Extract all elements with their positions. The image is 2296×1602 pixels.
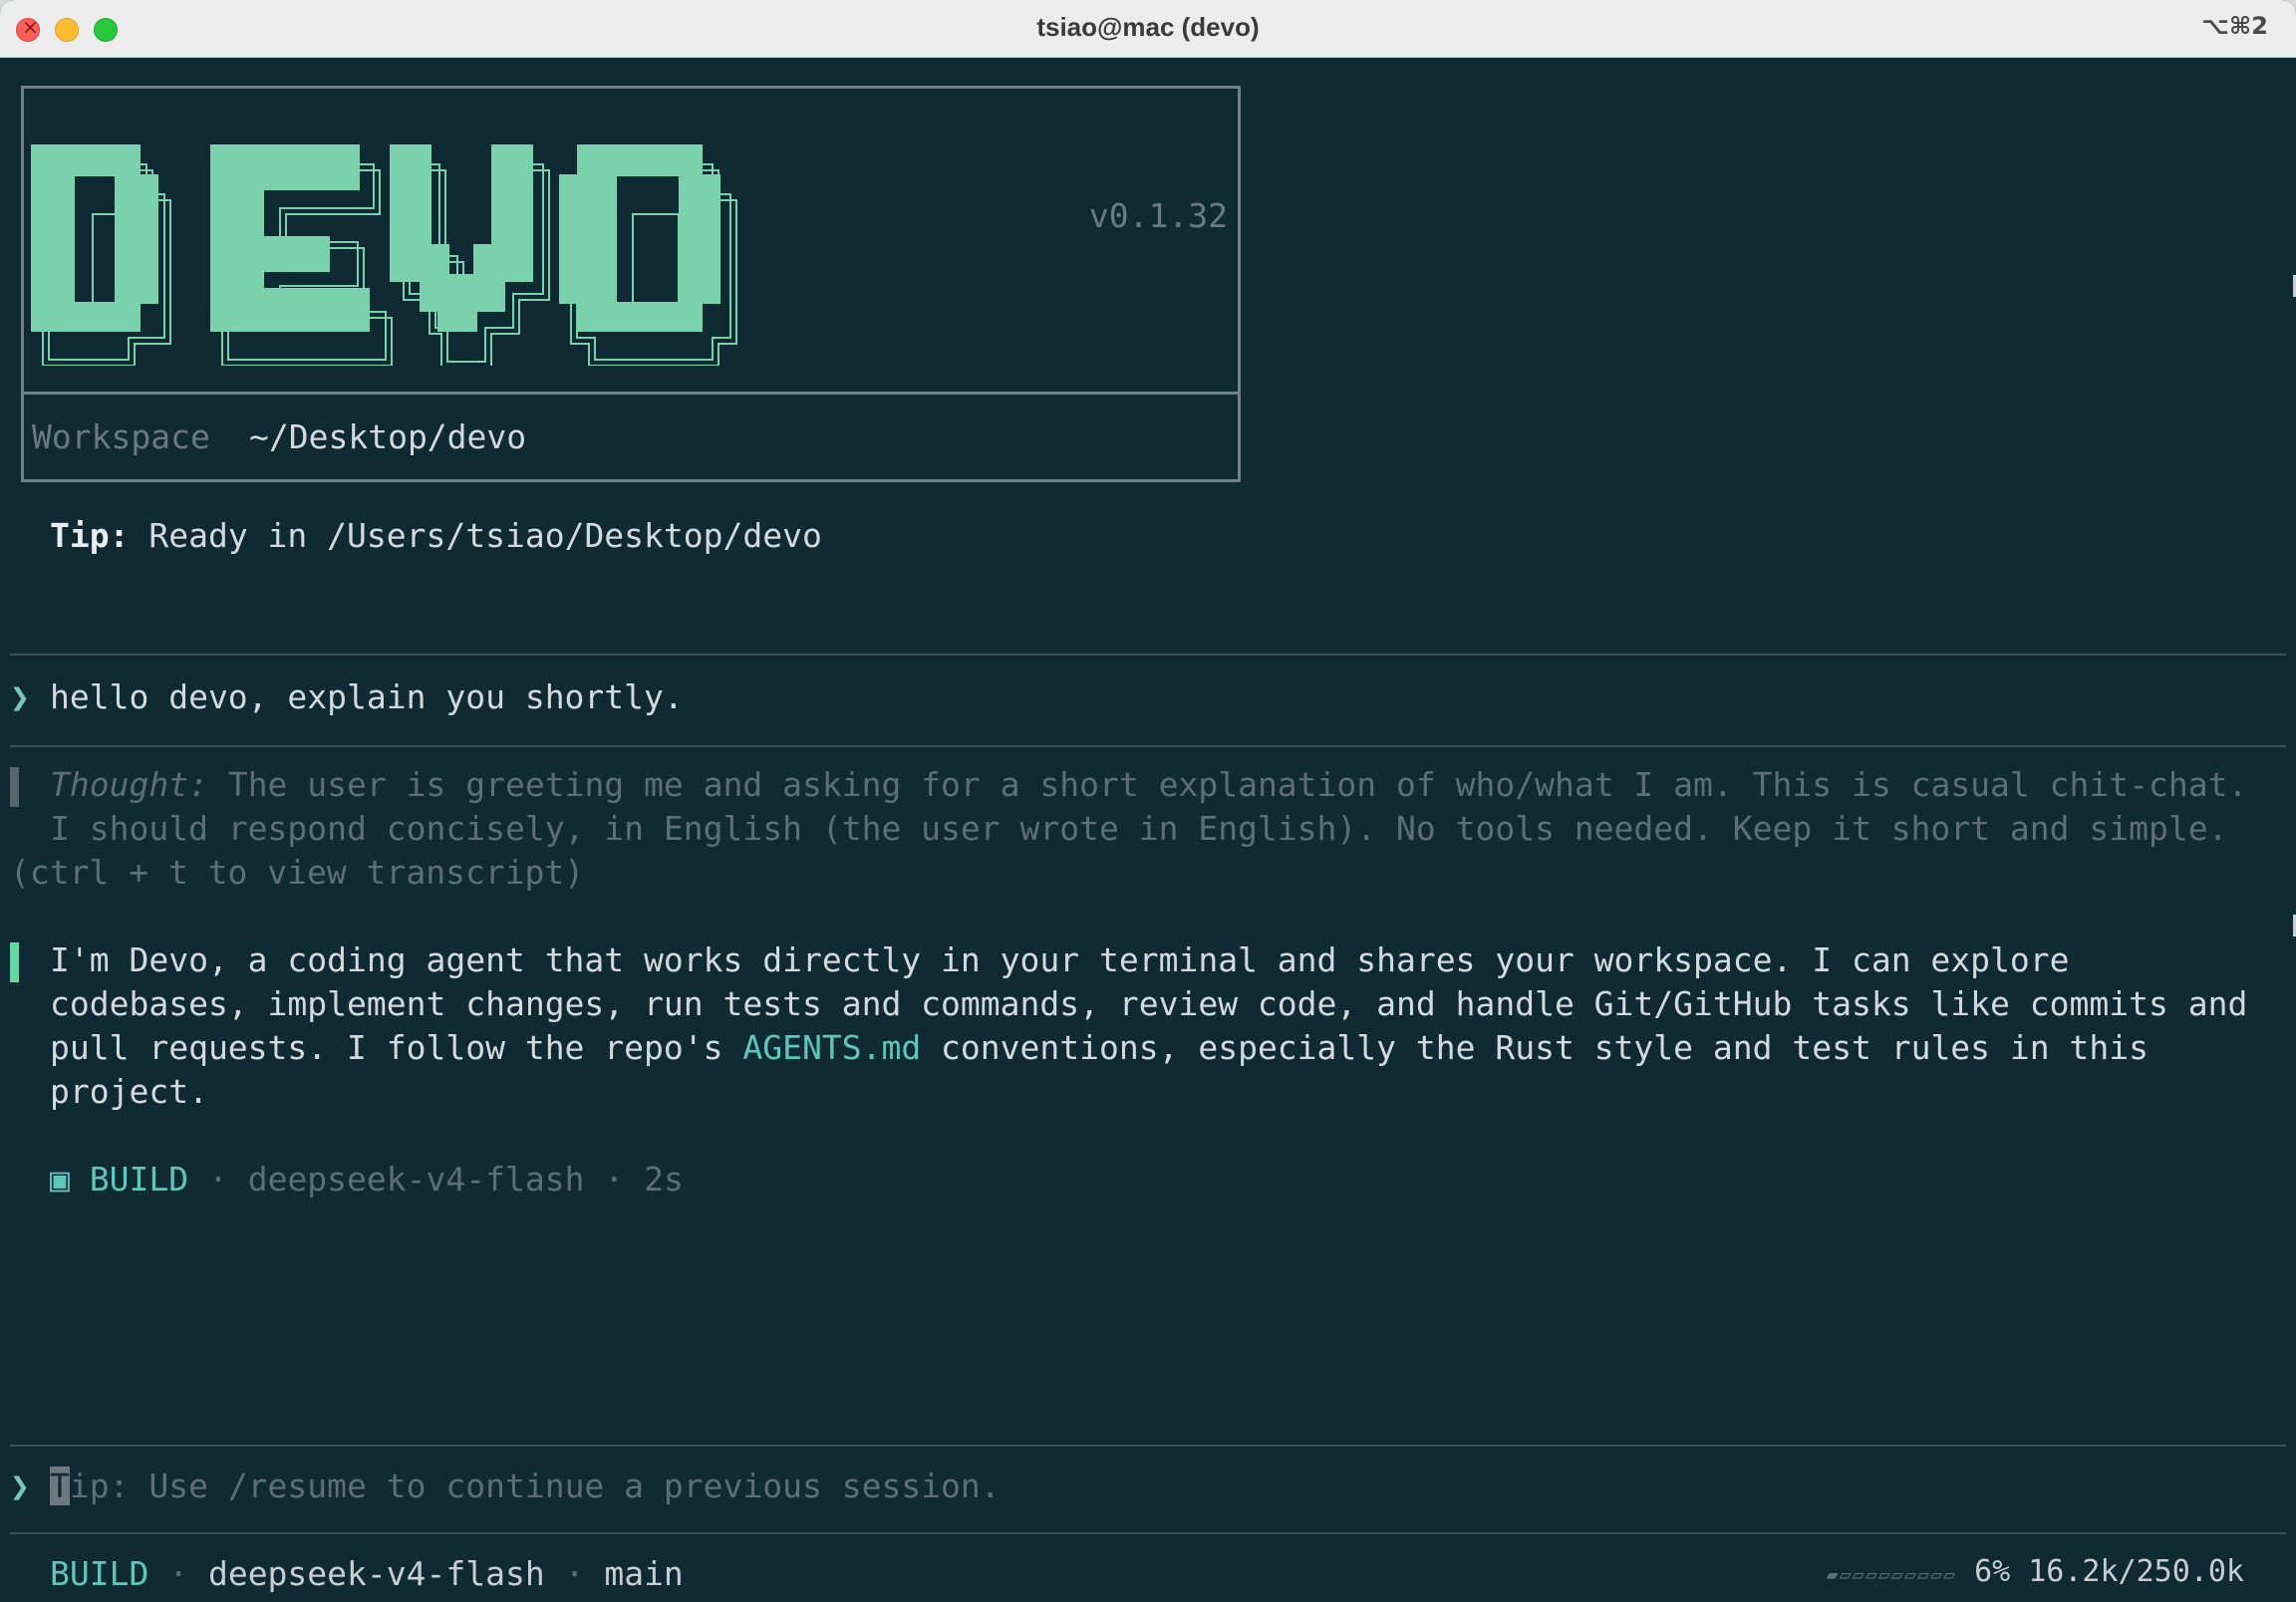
build-mode: BUILD bbox=[89, 1160, 189, 1199]
agents-md-link[interactable]: AGENTS.md bbox=[742, 1028, 921, 1067]
response-line-3: pull requests. I follow the repo's AGENT… bbox=[50, 1028, 2149, 1067]
input-prompt-chevron: ❯ bbox=[10, 1467, 30, 1505]
tip-line: Tip: Ready in /Users/tsiao/Desktop/devo bbox=[50, 516, 822, 555]
input-placeholder: ip: Use /resume to continue a previous s… bbox=[69, 1467, 1001, 1505]
user-prompt-chevron: ❯ bbox=[10, 677, 30, 716]
window-shortcut: ⌥⌘2 bbox=[2201, 12, 2268, 40]
user-message: hello devo, explain you shortly. bbox=[50, 677, 684, 716]
status-mode: BUILD bbox=[50, 1554, 149, 1593]
separator: · bbox=[584, 1160, 645, 1199]
build-model: deepseek-v4-flash bbox=[247, 1160, 585, 1199]
thought-label: Thought: bbox=[50, 765, 208, 804]
tip-label: Tip: bbox=[50, 516, 130, 555]
divider bbox=[10, 745, 2286, 747]
context-percent: 6% bbox=[1974, 1554, 2011, 1589]
transcript-hint: (ctrl + t to view transcript) bbox=[10, 853, 585, 892]
status-left: BUILD · deepseek-v4-flash · main bbox=[50, 1554, 684, 1593]
workspace-path: ~/Desktop/devo bbox=[249, 417, 527, 456]
response-bar bbox=[10, 942, 19, 982]
divider bbox=[10, 1532, 2286, 1534]
workspace-label: Workspace bbox=[32, 417, 210, 456]
build-meta: ▣ BUILD · deepseek-v4-flash · 2s bbox=[50, 1160, 684, 1199]
response-line-4: project. bbox=[50, 1072, 208, 1111]
divider bbox=[10, 1445, 2286, 1447]
response-line-2: codebases, implement changes, run tests … bbox=[50, 984, 2248, 1023]
thought-bar bbox=[10, 767, 19, 807]
banner-divider bbox=[24, 392, 1238, 395]
terminal-window: tsiao@mac (devo) ⌥⌘2 bbox=[0, 0, 2296, 1602]
divider bbox=[10, 654, 2286, 656]
build-duration: 2s bbox=[644, 1160, 684, 1199]
thought-text-1: The user is greeting me and asking for a… bbox=[207, 765, 2248, 804]
response-text: pull requests. I follow the repo's bbox=[50, 1028, 743, 1067]
prompt-input[interactable]: Tip: Use /resume to continue a previous … bbox=[50, 1467, 1001, 1505]
separator: · bbox=[188, 1160, 248, 1199]
build-icon: ▣ bbox=[50, 1160, 70, 1199]
status-right: ▰▱▱▱▱▱▱▱▱▱ 6% 16.2k/250.0k bbox=[1827, 1554, 2244, 1589]
status-model: deepseek-v4-flash bbox=[207, 1554, 545, 1593]
tip-text: Ready in /Users/tsiao/Desktop/devo bbox=[129, 516, 822, 555]
thought-line-1: Thought: The user is greeting me and ask… bbox=[50, 765, 2247, 804]
window-title: tsiao@mac (devo) bbox=[1036, 12, 1260, 42]
status-branch: main bbox=[604, 1554, 684, 1593]
terminal-content[interactable]: v0.1.32 Workspace ~/Desktop/devo Tip: Re… bbox=[0, 58, 2296, 1602]
thought-line-2: I should respond concisely, in English (… bbox=[50, 809, 2228, 848]
welcome-banner: v0.1.32 Workspace ~/Desktop/devo bbox=[21, 86, 1241, 482]
response-line-1: I'm Devo, a coding agent that works dire… bbox=[50, 940, 2070, 979]
text-cursor: T bbox=[50, 1467, 70, 1505]
context-tokens: 16.2k/250.0k bbox=[2028, 1554, 2244, 1589]
title-bar: tsiao@mac (devo) ⌥⌘2 bbox=[0, 0, 2296, 58]
version-label: v0.1.32 bbox=[1088, 196, 1228, 235]
context-usage-bar: ▰▱▱▱▱▱▱▱▱▱ bbox=[1826, 1562, 1956, 1586]
separator: · bbox=[544, 1554, 605, 1593]
response-text: conventions, especially the Rust style a… bbox=[921, 1028, 2149, 1067]
separator: · bbox=[148, 1554, 208, 1593]
devo-logo bbox=[31, 107, 748, 374]
